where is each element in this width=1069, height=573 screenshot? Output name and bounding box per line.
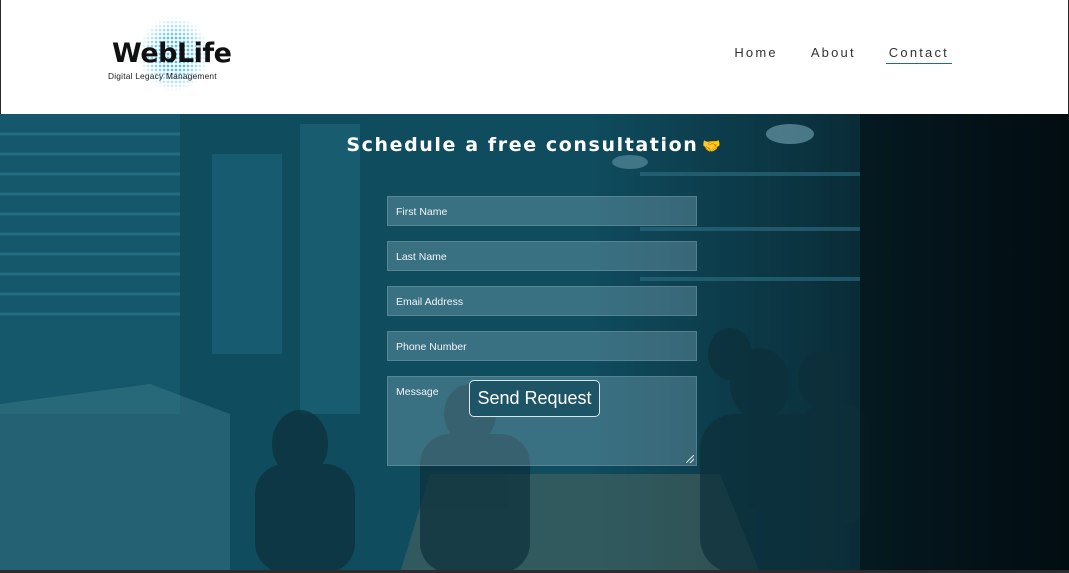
phone-placeholder: Phone Number	[396, 341, 467, 353]
nav-home-link[interactable]: Home	[731, 45, 780, 64]
logo-tagline: Digital Legacy Management	[108, 71, 217, 81]
message-placeholder: Message	[396, 386, 439, 398]
main-nav: Home About Contact	[704, 45, 952, 64]
weblife-logo[interactable]: WebLife Digital Legacy Management	[106, 16, 246, 94]
consultation-title-text: Schedule a free consultation	[346, 134, 699, 156]
email-placeholder: Email Address	[396, 296, 464, 308]
first-name-placeholder: First Name	[396, 206, 448, 218]
nav-contact-link[interactable]: Contact	[885, 45, 952, 64]
logo-brand-text: WebLife	[112, 38, 232, 69]
handshake-icon: 🤝	[702, 137, 723, 155]
site-header: WebLife Digital Legacy Management Home A…	[0, 0, 1069, 114]
consultation-title: Schedule a free consultation 🤝	[0, 134, 1069, 156]
last-name-placeholder: Last Name	[396, 251, 447, 263]
email-field[interactable]: Email Address	[387, 286, 697, 316]
textarea-resize-handle[interactable]	[686, 455, 694, 463]
consultation-form: First Name Last Name Email Address Phone…	[387, 196, 697, 481]
contact-hero: Schedule a free consultation 🤝 First Name…	[0, 114, 1069, 573]
nav-about-link[interactable]: About	[808, 45, 859, 64]
phone-field[interactable]: Phone Number	[387, 331, 697, 361]
send-request-button[interactable]: Send Request	[469, 380, 600, 417]
last-name-field[interactable]: Last Name	[387, 241, 697, 271]
first-name-field[interactable]: First Name	[387, 196, 697, 226]
